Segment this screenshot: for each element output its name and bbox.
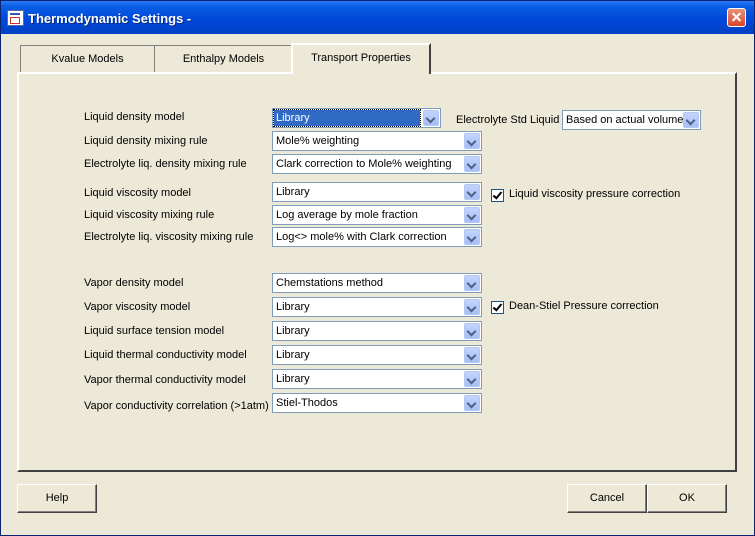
chevron-down-icon[interactable] [464,323,480,339]
row-label: Vapor thermal conductivity model [84,374,246,386]
row-label: Electrolyte liq. density mixing rule [84,158,247,170]
row-label: Vapor conductivity correlation (>1atm) [84,400,269,412]
row-label: Liquid thermal conductivity model [84,349,247,361]
help-button[interactable]: Help [17,484,97,513]
chevron-down-icon[interactable] [464,156,480,172]
row-label: Liquid viscosity mixing rule [84,209,215,221]
dialog-window: Thermodynamic Settings - Kvalue Models E… [0,0,755,536]
chevron-down-icon[interactable] [464,371,480,387]
chevron-down-icon[interactable] [464,299,480,315]
chevron-down-icon[interactable] [464,133,480,149]
row-label: Electrolyte liq. viscosity mixing rule [84,231,254,243]
row-label: Liquid density model [84,111,185,123]
app-icon[interactable] [7,10,24,26]
checkbox-label: Dean-Stiel Pressure correction [509,300,659,312]
combo-value: Library [276,186,310,198]
chevron-down-icon[interactable] [464,395,480,411]
chevron-down-icon[interactable] [464,347,480,363]
electrolyte-viscosity-mixing-rule-select[interactable]: Log<> mole% with Clark correction [272,227,482,247]
combo-value: Stiel-Thodos [276,397,338,409]
liquid-density-model-select[interactable]: Library [272,108,441,128]
chevron-down-icon[interactable] [464,207,480,223]
combo-value: Mole% weighting [276,135,360,147]
close-icon[interactable] [727,8,746,27]
chevron-down-icon[interactable] [464,229,480,245]
tab-kvalue-models[interactable]: Kvalue Models [20,45,155,73]
dean-stiel-pressure-checkbox[interactable] [491,301,504,314]
cancel-button[interactable]: Cancel [567,484,647,513]
combo-value: Based on actual volume [566,114,684,126]
row-label: Vapor viscosity model [84,301,191,313]
liquid-viscosity-pressure-checkbox[interactable] [491,189,504,202]
row-label: Liquid surface tension model [84,325,225,337]
combo-value: Library [276,349,310,361]
chevron-down-icon[interactable] [423,110,439,126]
liquid-thermal-conductivity-select[interactable]: Library [272,345,482,365]
vapor-density-model-select[interactable]: Chemstations method [272,273,482,293]
combo-value: Library [276,325,310,337]
liquid-viscosity-mixing-rule-select[interactable]: Log average by mole fraction [272,205,482,225]
tab-transport-properties[interactable]: Transport Properties [291,43,431,74]
ok-button[interactable]: OK [647,484,727,513]
combo-value: Library [276,301,310,313]
liquid-surface-tension-select[interactable]: Library [272,321,482,341]
liquid-density-mixing-rule-select[interactable]: Mole% weighting [272,131,482,151]
liquid-viscosity-model-select[interactable]: Library [272,182,482,202]
combo-value: Clark correction to Mole% weighting [276,158,452,170]
combo-value: Chemstations method [276,277,383,289]
combo-value: Library [273,109,421,127]
chevron-down-icon[interactable] [683,112,699,128]
row-label: Liquid density mixing rule [84,135,208,147]
electrolyte-std-label: Electrolyte Std Liquid [456,114,560,126]
tab-enthalpy-models[interactable]: Enthalpy Models [154,45,293,73]
checkbox-label: Liquid viscosity pressure correction [509,188,681,200]
vapor-viscosity-model-select[interactable]: Library [272,297,482,317]
vapor-conductivity-correlation-select[interactable]: Stiel-Thodos [272,393,482,413]
electrolyte-std-liquid-select[interactable]: Based on actual volume [562,110,701,130]
combo-value: Library [276,373,310,385]
row-label: Vapor density model [84,277,184,289]
window-title: Thermodynamic Settings - [28,11,192,26]
chevron-down-icon[interactable] [464,275,480,291]
row-label: Liquid viscosity model [84,187,191,199]
combo-value: Log<> mole% with Clark correction [276,231,447,243]
electrolyte-density-mixing-rule-select[interactable]: Clark correction to Mole% weighting [272,154,482,174]
combo-value: Log average by mole fraction [276,209,418,221]
chevron-down-icon[interactable] [464,184,480,200]
vapor-thermal-conductivity-select[interactable]: Library [272,369,482,389]
title-bar[interactable]: Thermodynamic Settings - [1,1,754,34]
